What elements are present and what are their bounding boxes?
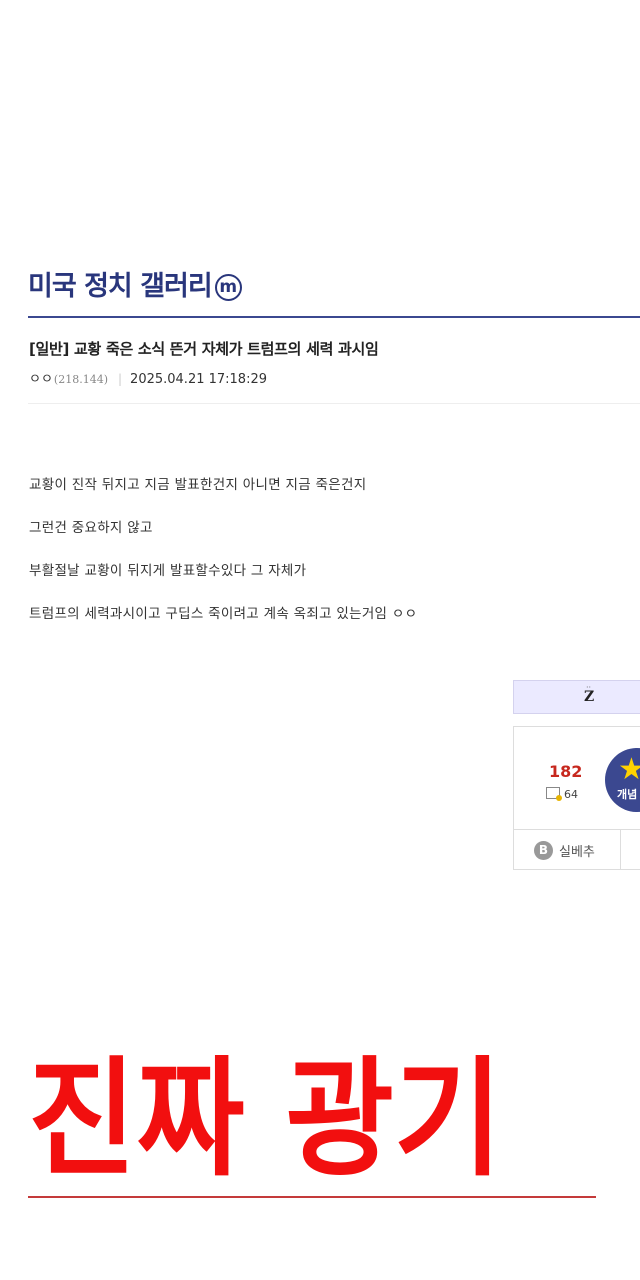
caption-underline xyxy=(28,1196,596,1198)
post-datetime: 2025.04.21 17:18:29 xyxy=(130,372,267,387)
post-body-line: 그런건 중요하지 않고 xyxy=(29,520,153,536)
post-meta: ㅇㅇ(218.144) | 2025.04.21 17:18:29 xyxy=(29,368,267,387)
recommend-box: 182 64 ★ 개념 B 실베추 xyxy=(513,726,640,870)
gallery-title[interactable]: 미국 정치 갤러리 m xyxy=(28,264,242,303)
recommend-button[interactable]: ★ 개념 xyxy=(605,748,640,812)
recommend-footer: B 실베추 xyxy=(514,829,640,870)
recommend-count: 182 xyxy=(549,762,583,781)
post-author[interactable]: ㅇㅇ xyxy=(29,372,53,387)
post-body-line: 교황이 진작 뒤지고 지금 발표한건지 아니면 지금 죽은건지 xyxy=(29,477,367,493)
post-header-divider xyxy=(28,403,640,404)
meta-separator: | xyxy=(118,372,123,386)
gallery-title-text: 미국 정치 갤러리 xyxy=(28,271,213,302)
recommend-tab[interactable]: ·· Z xyxy=(513,680,640,714)
fixed-user-recommend: 64 xyxy=(546,787,578,801)
minor-gallery-badge-icon: m xyxy=(214,274,242,301)
post-title: [일반] 교황 죽은 소식 뜬거 자체가 트럼프의 세력 과시임 xyxy=(29,340,379,358)
best-icon: B xyxy=(534,841,553,860)
recommend-button-label: 개념 xyxy=(617,788,638,801)
fixed-user-icon xyxy=(546,787,562,801)
fixed-user-recommend-count: 64 xyxy=(564,788,578,801)
overlay-caption: 진짜 광기 xyxy=(28,1045,503,1194)
star-icon: ★ xyxy=(618,752,640,787)
post-body-line: 트럼프의 세력과시이고 구딥스 죽이려고 계속 옥죄고 있는거임 ㅇㅇ xyxy=(29,606,418,622)
gallery-header: 미국 정치 갤러리 m xyxy=(28,262,640,318)
best-recommend-link[interactable]: 실베추 xyxy=(559,841,595,860)
post-body-line: 부활절날 교황이 뒤지게 발표할수있다 그 자체가 xyxy=(29,563,307,579)
footer-separator xyxy=(620,830,621,870)
post-author-ip: (218.144) xyxy=(53,373,108,386)
recommend-tab-label: Z xyxy=(584,689,595,705)
